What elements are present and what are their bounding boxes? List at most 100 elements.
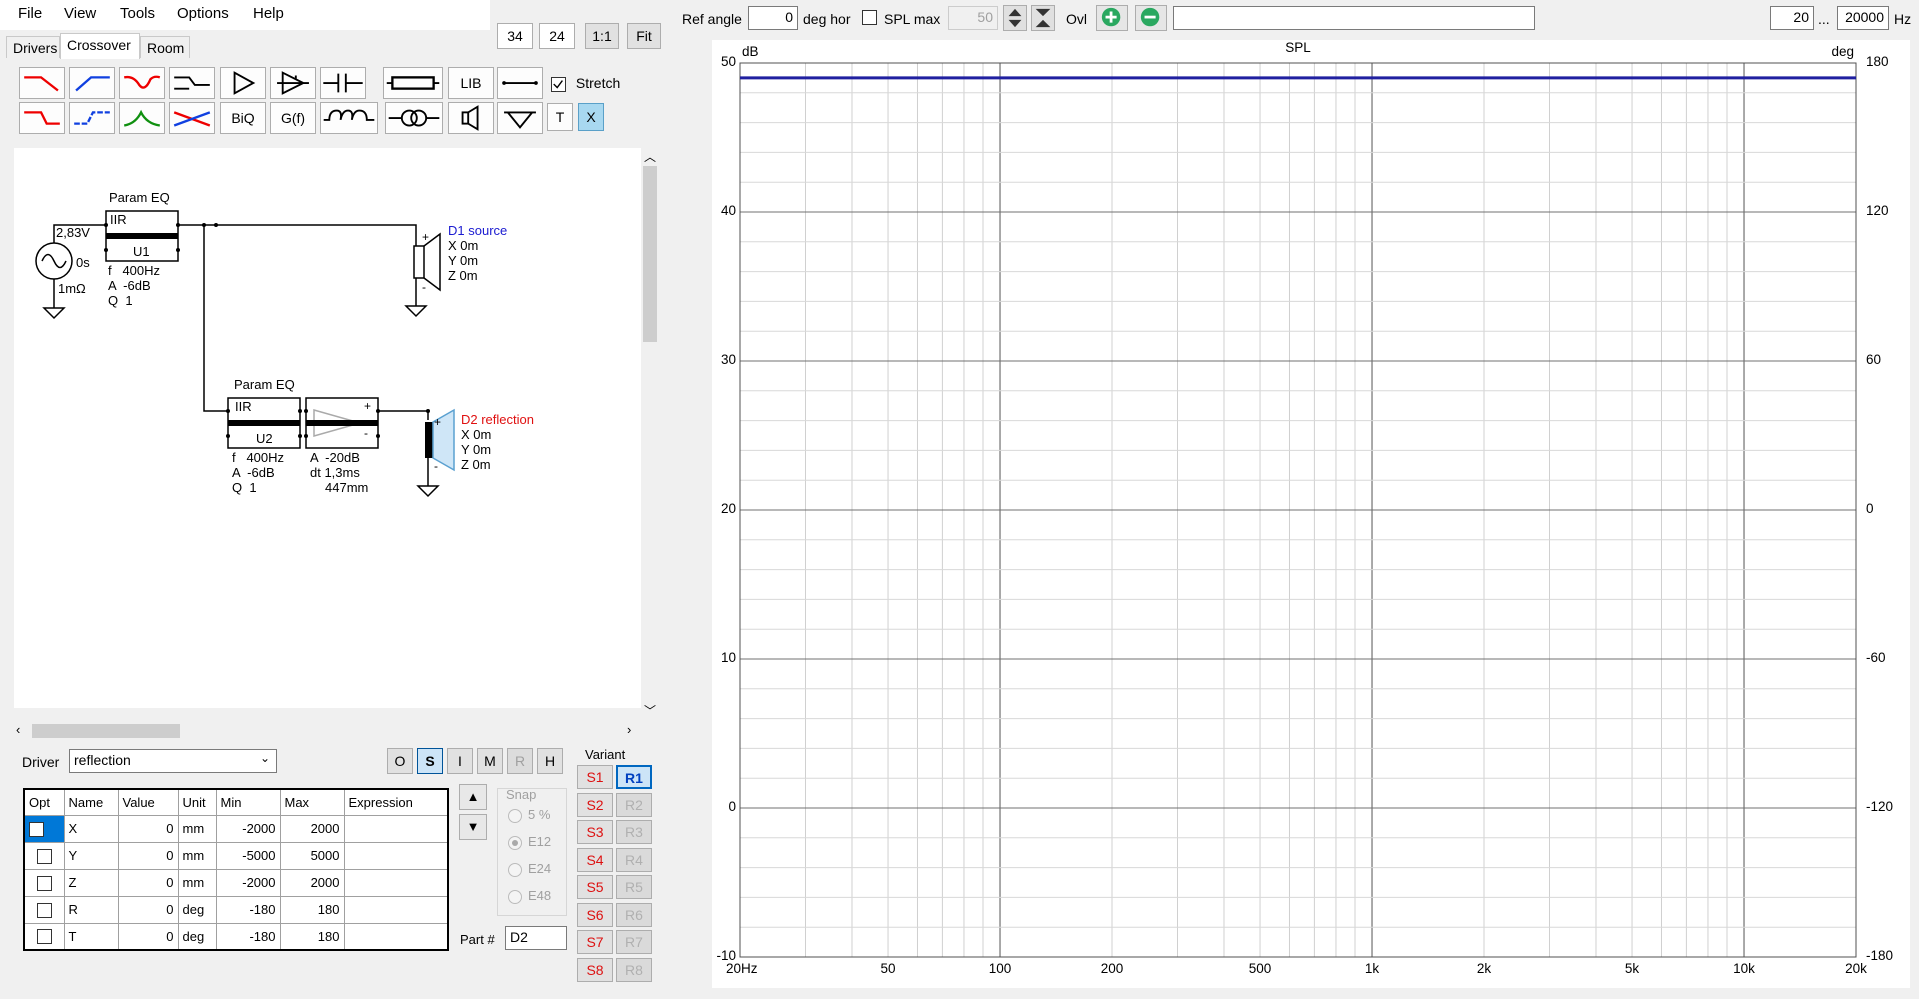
driver-select[interactable]: reflection ⌄: [69, 749, 277, 773]
transfer-function-button[interactable]: G(f): [270, 102, 316, 134]
opt-checkbox[interactable]: [29, 821, 44, 837]
resistor-tool-button[interactable]: [383, 67, 443, 99]
menu-view[interactable]: View: [64, 5, 96, 22]
tab-drivers[interactable]: Drivers: [6, 36, 60, 58]
lowpass2-tool-button[interactable]: [19, 102, 65, 134]
amplifier-tool-button[interactable]: [220, 67, 266, 99]
menu-tools[interactable]: Tools: [120, 5, 155, 22]
max-cell[interactable]: 180: [279, 922, 345, 951]
freq-min-input[interactable]: 20: [1770, 6, 1814, 30]
horizontal-scroll-thumb[interactable]: [32, 724, 180, 738]
scroll-down-icon[interactable]: ﹀: [644, 702, 656, 719]
value-cell[interactable]: 0: [117, 841, 179, 870]
overlay-add-button[interactable]: [1096, 5, 1128, 31]
opt-checkbox[interactable]: [36, 848, 52, 864]
library-button[interactable]: LIB: [448, 67, 494, 99]
opt-checkbox[interactable]: [36, 875, 52, 891]
wire-tool-button[interactable]: [497, 67, 543, 99]
max-cell[interactable]: 180: [279, 895, 345, 924]
bandpass-tool-button[interactable]: [119, 102, 165, 134]
menu-help[interactable]: Help: [253, 5, 284, 22]
min-cell[interactable]: -180: [215, 922, 281, 951]
overlay-remove-button[interactable]: [1135, 5, 1167, 31]
variant-s-button[interactable]: S6: [577, 902, 613, 927]
value-cell[interactable]: 0: [117, 895, 179, 924]
vertical-scroll-thumb[interactable]: [643, 166, 657, 342]
spl-expand-button[interactable]: [1031, 5, 1055, 31]
mode-button-m[interactable]: M: [477, 748, 503, 774]
opt-cell[interactable]: [23, 895, 65, 924]
biquad-button[interactable]: BiQ: [220, 102, 266, 134]
delay-amp-tool-button[interactable]: [270, 67, 316, 99]
max-cell[interactable]: 2000: [279, 814, 345, 843]
d1-name[interactable]: D1 source: [448, 223, 507, 238]
variant-r-button[interactable]: R1: [616, 765, 652, 789]
variant-s-button[interactable]: S2: [577, 792, 613, 817]
menu-file[interactable]: File: [18, 5, 42, 22]
shelf-tool-button[interactable]: [169, 67, 215, 99]
expression-cell[interactable]: [343, 922, 449, 951]
min-cell[interactable]: -2000: [215, 814, 281, 843]
variant-s-button[interactable]: S5: [577, 875, 613, 899]
variant-s-button[interactable]: S8: [577, 957, 613, 982]
opt-cell[interactable]: [23, 841, 65, 870]
value-cell[interactable]: 0: [117, 868, 179, 897]
text-tool-button[interactable]: T: [547, 103, 573, 131]
expression-cell[interactable]: [343, 868, 449, 897]
opt-cell[interactable]: [23, 922, 65, 951]
zoom-box-1[interactable]: 34: [497, 23, 533, 49]
move-up-button[interactable]: ▲: [459, 784, 487, 810]
part-number-input[interactable]: D2: [505, 926, 567, 950]
value-cell[interactable]: 0: [117, 922, 179, 951]
mode-button-i[interactable]: I: [447, 748, 473, 774]
tab-room[interactable]: Room: [140, 36, 190, 58]
lowpass-tool-button[interactable]: [19, 67, 65, 99]
mode-button-h[interactable]: H: [537, 748, 563, 774]
d2-name[interactable]: D2 reflection: [461, 412, 534, 427]
variant-s-button[interactable]: S4: [577, 847, 613, 872]
table-row[interactable]: T 0 deg -180 180: [23, 922, 449, 951]
spl-plot[interactable]: 20Hz 50 100 200 500 1k 2k 5k 10k 20k 50 40 30 20 10 0 -1…: [712, 40, 1910, 988]
expression-cell[interactable]: [343, 841, 449, 870]
schematic-horizontal-scrollbar[interactable]: ‹ ›: [14, 722, 641, 740]
variant-s-button[interactable]: S1: [577, 765, 613, 789]
scroll-up-icon[interactable]: ︿: [644, 148, 656, 165]
spl-up-down-button[interactable]: [1003, 5, 1027, 31]
table-row[interactable]: R 0 deg -180 180: [23, 895, 449, 924]
speaker-tool-button[interactable]: [448, 102, 494, 134]
expression-cell[interactable]: [343, 814, 449, 843]
opt-cell[interactable]: [23, 814, 65, 843]
schematic-canvas[interactable]: + - + - + - 2,83V 0s 1mΩ Param EQ IIR U1…: [14, 148, 641, 708]
tab-crossover[interactable]: Crossover: [60, 33, 140, 59]
spl-max-checkbox[interactable]: [862, 10, 877, 25]
opt-checkbox[interactable]: [36, 902, 52, 918]
notch-tool-button[interactable]: [119, 67, 165, 99]
ground-tool-button[interactable]: [497, 102, 543, 134]
scroll-left-icon[interactable]: ‹: [16, 722, 20, 737]
move-down-button[interactable]: ▼: [459, 814, 487, 840]
table-row[interactable]: X 0 mm -2000 2000: [23, 814, 449, 843]
capacitor-tool-button[interactable]: [320, 67, 366, 99]
mode-button-o[interactable]: O: [387, 748, 413, 774]
x-tool-button[interactable]: X: [578, 103, 604, 131]
ref-angle-input[interactable]: 0: [748, 6, 798, 30]
max-cell[interactable]: 2000: [279, 868, 345, 897]
expression-cell[interactable]: [343, 895, 449, 924]
menu-options[interactable]: Options: [177, 5, 229, 22]
table-row[interactable]: Y 0 mm -5000 5000: [23, 841, 449, 870]
inductor-tool-button[interactable]: [320, 102, 378, 134]
min-cell[interactable]: -2000: [215, 868, 281, 897]
mode-button-s[interactable]: S: [417, 748, 443, 774]
zoom-box-2[interactable]: 24: [539, 23, 575, 49]
schematic-vertical-scrollbar[interactable]: ︿ ﹀: [641, 148, 659, 720]
crossover-tool-button[interactable]: [169, 102, 215, 134]
max-cell[interactable]: 5000: [279, 841, 345, 870]
freq-max-input[interactable]: 20000: [1837, 6, 1889, 30]
overlay-name-input[interactable]: [1173, 6, 1535, 30]
transformer-tool-button[interactable]: [385, 102, 443, 134]
variant-s-button[interactable]: S3: [577, 820, 613, 844]
zoom-1to1-button[interactable]: 1:1: [585, 23, 619, 49]
highpass-tool-button[interactable]: [69, 67, 115, 99]
opt-cell[interactable]: [23, 868, 65, 897]
min-cell[interactable]: -180: [215, 895, 281, 924]
